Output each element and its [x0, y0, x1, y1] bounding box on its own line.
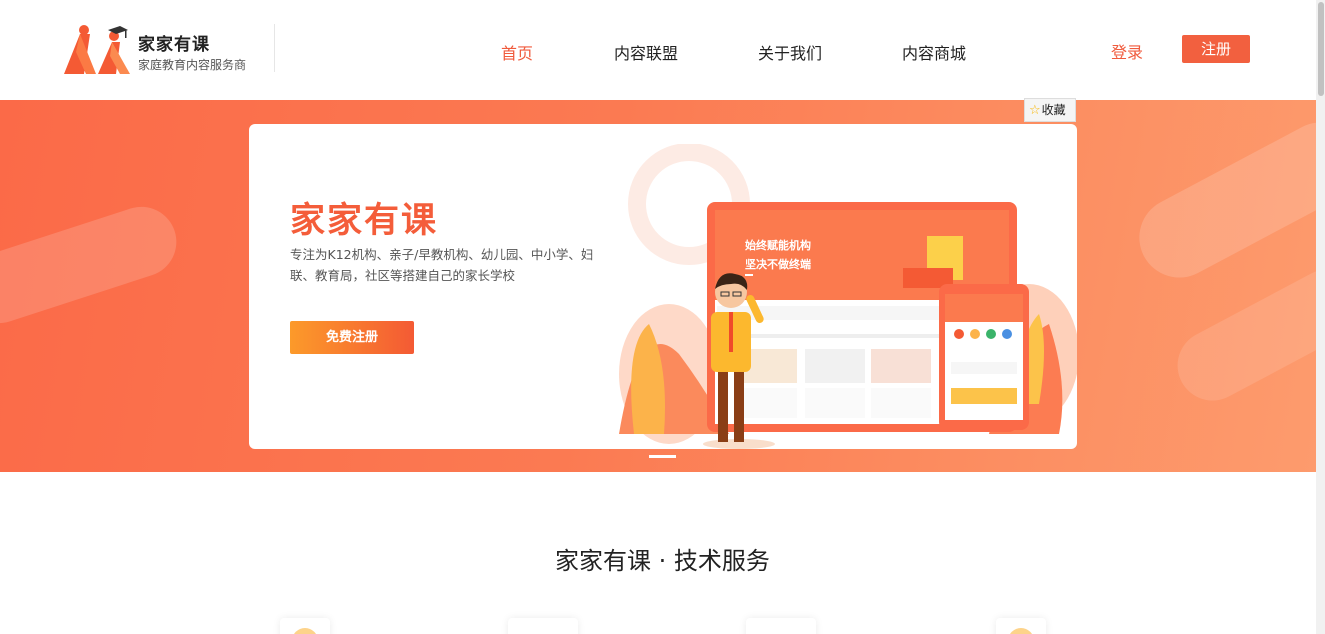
hero-card: 家家有课 专注为K12机构、亲子/早教机构、幼儿园、中小学、妇联、教育局，社区等… — [249, 124, 1077, 449]
banner-decoration — [1165, 257, 1316, 413]
nav-content-alliance[interactable]: 内容联盟 — [614, 40, 678, 64]
feature-card[interactable] — [746, 618, 816, 634]
hero-description: 专注为K12机构、亲子/早教机构、幼儿园、中小学、妇联、教育局，社区等搭建自己的… — [290, 247, 594, 283]
hero-banner: 家家有课 专注为K12机构、亲子/早教机构、幼儿园、中小学、妇联、教育局，社区等… — [0, 100, 1316, 472]
star-icon: ☆ — [1029, 103, 1041, 118]
register-button[interactable]: 注册 — [1182, 35, 1250, 63]
page: 家家有课 家庭教育内容服务商 首页 内容联盟 关于我们 内容商城 登录 注册 家… — [0, 0, 1325, 634]
page-scrollbar[interactable] — [1316, 0, 1325, 634]
free-register-button[interactable]: 免费注册 — [290, 321, 414, 354]
brand-subtitle: 家庭教育内容服务商 — [138, 58, 247, 72]
banner-decoration — [0, 197, 186, 333]
section-title: 家家有课 · 技术服务 — [555, 547, 770, 575]
banner-decoration — [1125, 108, 1316, 292]
scrollbar-thumb[interactable] — [1318, 2, 1324, 96]
feature-card[interactable] — [996, 618, 1046, 634]
login-link[interactable]: 登录 — [1111, 39, 1143, 63]
nav-content-mall[interactable]: 内容商城 — [902, 40, 966, 64]
nav-home[interactable]: 首页 — [501, 40, 533, 64]
site-header: 家家有课 家庭教育内容服务商 首页 内容联盟 关于我们 内容商城 登录 注册 — [0, 0, 1316, 100]
illustration-headline-2: 坚决不做终端 — [745, 257, 811, 271]
hero-title: 家家有课 — [290, 201, 439, 241]
hero-illustration: 始终赋能机构 坚决不做终端 — [619, 144, 1077, 449]
carousel-dot[interactable] — [649, 455, 676, 458]
favorite-label: 收藏 — [1041, 103, 1066, 117]
feature-icon — [1008, 628, 1034, 634]
brand-name: 家家有课 — [138, 35, 210, 55]
header-divider — [274, 24, 275, 72]
nav-about-us[interactable]: 关于我们 — [758, 40, 822, 64]
feature-card[interactable] — [508, 618, 578, 634]
feature-icon — [292, 628, 318, 634]
brand-logo[interactable] — [62, 24, 132, 76]
feature-card[interactable] — [280, 618, 330, 634]
illustration-headline-1: 始终赋能机构 — [745, 238, 811, 252]
favorite-button[interactable]: ☆收藏 — [1024, 98, 1076, 122]
